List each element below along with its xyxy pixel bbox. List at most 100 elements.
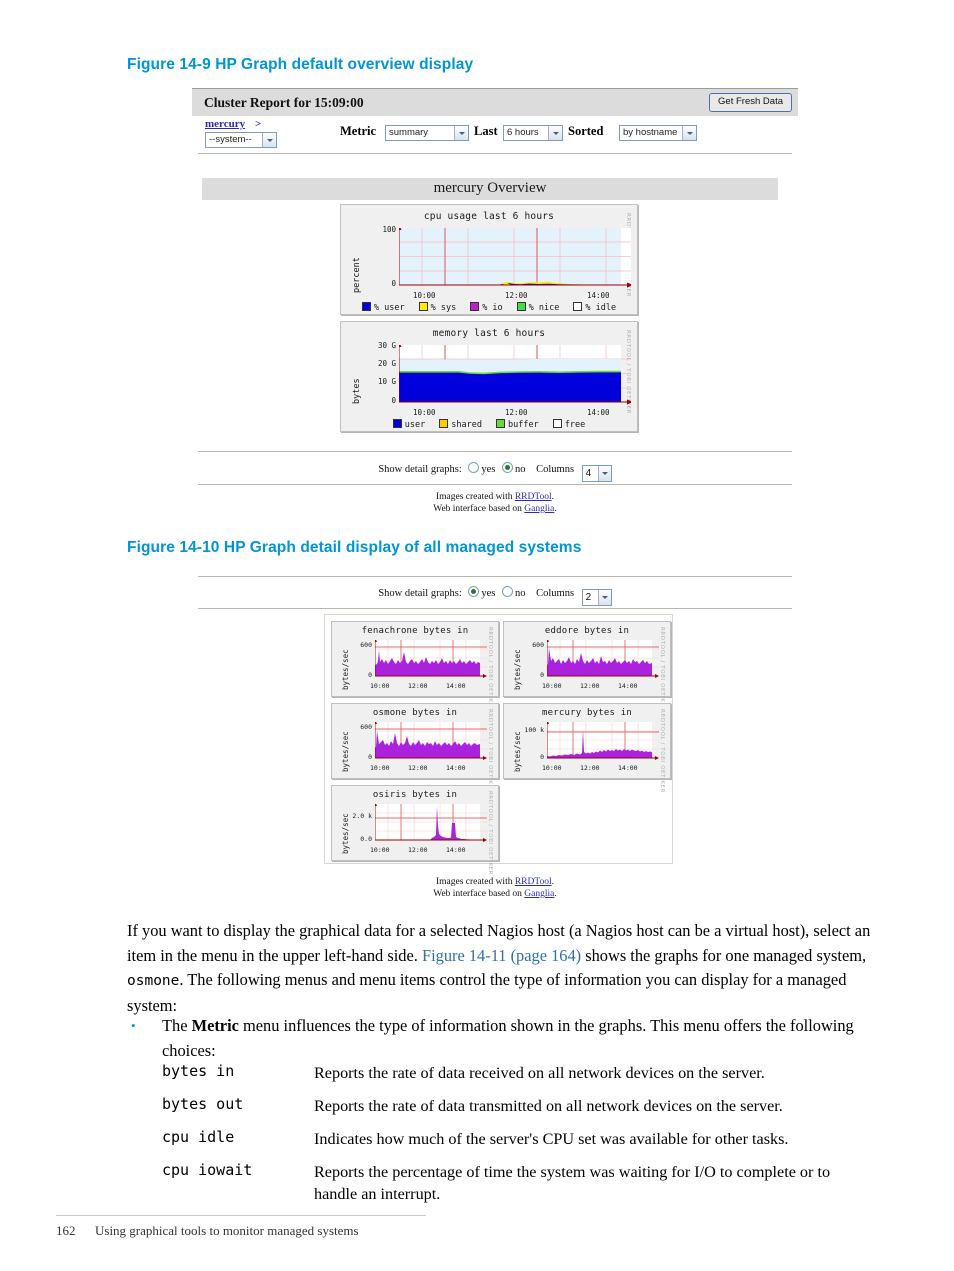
osmone-ytick-min: 0 (368, 753, 372, 761)
ganglia-link[interactable]: Ganglia (524, 889, 554, 899)
mercury-xtick-2: 12:00 (580, 764, 600, 772)
mercury-ylabel: bytes/sec (513, 731, 522, 772)
system-select[interactable]: --system-- (205, 132, 277, 148)
detail-graphs-no-radio[interactable] (501, 462, 513, 473)
fenachrone-xtick-1: 10:00 (370, 682, 390, 690)
show-detail-graphs-label: Show detail graphs: (378, 464, 462, 475)
ganglia-link[interactable]: Ganglia (524, 504, 554, 514)
cpu-xtick-1: 10:00 (413, 291, 436, 300)
eddore-bytes-in-graph: eddore bytes in bytes/sec RRDTOOL / TOBI… (503, 621, 671, 711)
columns-label: Columns (536, 464, 575, 475)
legend-item-io: % io (470, 302, 503, 313)
legend-item-idle: % idle (573, 302, 616, 313)
mercury-bytes-in-graph: mercury bytes in bytes/sec RRDTOOL / TOB… (503, 703, 671, 793)
figure-14-11-xref[interactable]: Figure 14-11 (page 164) (422, 946, 581, 965)
cpu-xtick-3: 14:00 (587, 291, 610, 300)
detail-graphs-yes-radio[interactable] (468, 586, 480, 597)
detail-graph-grid: fenachrone bytes in bytes/sec RRDTOOL / … (324, 614, 673, 875)
mercury-plot (547, 722, 659, 760)
get-fresh-data-button[interactable]: Get Fresh Data (709, 93, 792, 112)
show-detail-graphs-label: Show detail graphs: (378, 588, 462, 599)
cpu-graph-title: cpu usage last 6 hours (423, 211, 555, 222)
rrdtool-watermark: RRDTOOL / TOBI OETIKER (487, 709, 493, 794)
rrdtool-watermark: RRDTOOL / TOBI OETIKER (487, 791, 493, 876)
osmone-xtick-1: 10:00 (370, 764, 390, 772)
controls-row: mercury > --system-- Metric summary Last… (192, 118, 798, 148)
sorted-select[interactable]: by hostname (619, 125, 697, 141)
definition-term: bytes out (162, 1095, 244, 1113)
definition-term: cpu idle (162, 1128, 235, 1146)
last-label: Last (474, 124, 498, 138)
legend-item-user: % user (361, 302, 405, 313)
chevron-down-icon (682, 126, 696, 140)
metric-select[interactable]: summary (385, 125, 469, 141)
columns-label: Columns (536, 588, 575, 599)
breadcrumb-separator: > (255, 118, 262, 130)
legend-item-buffer: buffer (496, 419, 539, 430)
fenachrone-bytes-in-graph: fenachrone bytes in bytes/sec RRDTOOL / … (331, 621, 499, 711)
show-detail-graphs-bar: Show detail graphs: yes no Columns 4 (192, 462, 798, 482)
eddore-title: eddore bytes in (544, 626, 630, 636)
columns-select[interactable]: 4 (581, 465, 612, 482)
memory-plot (399, 345, 631, 405)
host-breadcrumb-link[interactable]: mercury (205, 118, 245, 130)
eddore-ytick-max: 600 (532, 641, 544, 649)
overview-banner: mercury Overview (202, 178, 778, 200)
osiris-xtick-1: 10:00 (370, 846, 390, 854)
eddore-xtick-1: 10:00 (542, 682, 562, 690)
cpu-graph-ylabel: percent (352, 257, 362, 293)
credits-line-1: Images created with RRDTool. (435, 877, 555, 887)
memory-graph: memory last 6 hours bytes RRDTOOL / TOBI… (340, 321, 638, 432)
legend-item-user: user (392, 419, 425, 430)
definition-description: Reports the percentage of time the syste… (314, 1163, 831, 1203)
metric-definition-list: bytes in Reports the rate of data receiv… (162, 1062, 874, 1212)
divider (198, 576, 792, 577)
cpu-ytick-max: 100 (382, 225, 396, 234)
eddore-xtick-3: 14:00 (618, 682, 638, 690)
memory-graph-title: memory last 6 hours (432, 328, 546, 339)
document-page: Figure 14-9 HP Graph default overview di… (0, 0, 954, 1271)
legend-swatch-nice (516, 302, 526, 311)
memory-legend: user shared buffer free (341, 419, 637, 430)
mercury-ytick-min: 0 (540, 753, 544, 761)
mercury-xtick-1: 10:00 (542, 764, 562, 772)
detail-graphs-no-radio[interactable] (501, 586, 513, 597)
definition-row: cpu iowait Reports the percentage of tim… (162, 1161, 874, 1207)
columns-select-value: 2 (585, 592, 592, 603)
detail-graphs-yes-label: yes (481, 464, 496, 475)
fenachrone-plot (375, 640, 487, 678)
cpu-usage-graph: cpu usage last 6 hours percent RRDTOOL /… (340, 204, 638, 315)
rrdtool-watermark: RRDTOOL / TOBI OETIKER (659, 627, 665, 712)
cpu-xtick-2: 12:00 (505, 291, 528, 300)
fenachrone-xtick-2: 12:00 (408, 682, 428, 690)
credits-block: Images created with RRDTool. Web interfa… (192, 491, 798, 515)
figure-14-9-caption: Figure 14-9 HP Graph default overview di… (127, 56, 474, 73)
footer-rule (56, 1215, 426, 1216)
cpu-plot (399, 228, 631, 288)
chevron-down-icon (454, 126, 468, 140)
detail-graphs-no-label: no (514, 464, 526, 475)
sorted-select-value: by hostname (623, 127, 678, 138)
figure-14-10-caption: Figure 14-10 HP Graph detail display of … (127, 539, 582, 556)
eddore-ylabel: bytes/sec (513, 649, 522, 690)
cpu-legend: % user % sys % io % nice % idle (341, 302, 637, 313)
columns-select[interactable]: 2 (581, 589, 612, 606)
detail-graphs-no-label: no (514, 588, 526, 599)
osmone-code: osmone (127, 973, 180, 989)
osiris-ytick-min: 0.0 (360, 835, 372, 843)
legend-swatch-sys (418, 302, 428, 311)
legend-swatch-user (361, 302, 371, 311)
fenachrone-title: fenachrone bytes in (361, 626, 469, 636)
rrdtool-watermark: RRDTOOL / TOBI OETIKER (487, 627, 493, 712)
chapter-title: Using graphical tools to monitor managed… (95, 1223, 359, 1238)
chevron-down-icon (262, 133, 276, 147)
last-select[interactable]: 6 hours (503, 125, 563, 141)
rrdtool-link[interactable]: RRDTool (515, 877, 552, 887)
osiris-xtick-2: 12:00 (408, 846, 428, 854)
osiris-title: osiris bytes in (372, 790, 458, 800)
osmone-xtick-3: 14:00 (446, 764, 466, 772)
chevron-down-icon (548, 126, 562, 140)
osiris-xtick-3: 14:00 (446, 846, 466, 854)
rrdtool-link[interactable]: RRDTool (515, 492, 552, 502)
detail-graphs-yes-radio[interactable] (468, 462, 480, 473)
